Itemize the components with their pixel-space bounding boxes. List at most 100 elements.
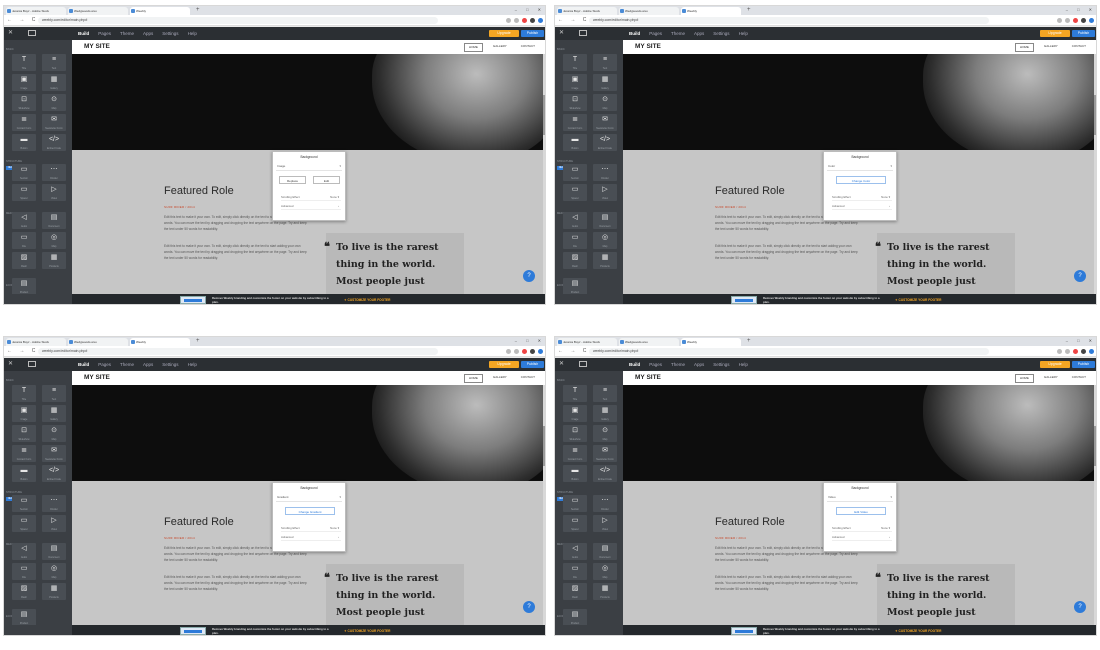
site-title[interactable]: MY SITE: [84, 371, 110, 385]
sidebar-tile[interactable]: ▷ Video: [593, 184, 617, 201]
sidebar-tile[interactable]: </> Embed Code: [42, 134, 66, 151]
sidebar-tile[interactable]: ▭ Section: [563, 164, 587, 181]
panel-action-button[interactable]: Change Gradient: [285, 507, 335, 515]
browser-tab[interactable]: Jessica Boyz - Adobe Stock: [557, 338, 617, 346]
browser-tab[interactable]: Jessica Boyz - Adobe Stock: [6, 7, 66, 15]
nav-buttons[interactable]: ← → C: [7, 347, 38, 356]
extension-icon[interactable]: [1057, 349, 1062, 354]
url-field[interactable]: weebly.com/editor/main.php#: [589, 17, 989, 24]
featured-title[interactable]: Featured Role: [715, 185, 785, 197]
featured-subtitle[interactable]: SURF RIDER / 2014: [715, 205, 746, 209]
background-type-select[interactable]: Gradient: [277, 495, 289, 499]
scrollbar-thumb[interactable]: [543, 95, 545, 135]
featured-title[interactable]: Featured Role: [164, 185, 234, 197]
panel-option-row[interactable]: Scrolling Effect None ▾: [832, 194, 892, 201]
sidebar-tile[interactable]: ▭ File: [563, 563, 587, 580]
sidebar-tile[interactable]: ▤ Document: [593, 543, 617, 560]
featured-subtitle[interactable]: SURF RIDER / 2014: [164, 536, 195, 540]
sidebar-tile[interactable]: ⊡ Slideshow: [12, 94, 36, 111]
sidebar-tile[interactable]: ▬ Button: [12, 465, 36, 482]
sidebar-tile[interactable]: ≡ Text: [593, 54, 617, 71]
help-button[interactable]: ?: [523, 601, 535, 613]
customize-footer-link[interactable]: ✦ CUSTOMIZE YOUR FOOTER: [895, 625, 941, 635]
extension-icon[interactable]: [1073, 349, 1078, 354]
sidebar-tile[interactable]: ⊡ Slideshow: [563, 425, 587, 442]
menu-build[interactable]: Build: [629, 27, 640, 40]
close-icon[interactable]: ✕: [8, 358, 13, 371]
scrollbar[interactable]: [1094, 54, 1096, 294]
profile-icon[interactable]: [1089, 349, 1094, 354]
extension-icon[interactable]: [1065, 18, 1070, 23]
menu-build[interactable]: Build: [78, 358, 89, 371]
menu-theme[interactable]: Theme: [671, 358, 685, 371]
sidebar-tile[interactable]: ▨ Flash: [563, 583, 587, 600]
chevron-down-icon[interactable]: ▾: [890, 495, 892, 499]
panel-action-button[interactable]: Edit Video: [836, 507, 886, 515]
sidebar-tile[interactable]: T Title: [12, 54, 36, 71]
nav-home[interactable]: HOME: [1014, 374, 1034, 383]
featured-subtitle[interactable]: SURF RIDER / 2014: [164, 205, 195, 209]
sidebar-tile[interactable]: ▭ Spacer: [563, 184, 587, 201]
extension-icon[interactable]: [1065, 349, 1070, 354]
publish-button[interactable]: Publish: [521, 361, 544, 368]
nav-contact[interactable]: CONTACT: [517, 374, 539, 383]
sidebar-tile[interactable]: ▷ Video: [593, 515, 617, 532]
nav-home[interactable]: HOME: [463, 374, 483, 383]
device-toggle-icon[interactable]: [28, 361, 36, 367]
browser-tab-active[interactable]: Weebly: [130, 338, 190, 346]
quote-block[interactable]: ❝ To live is the rarest thing in the wor…: [324, 564, 464, 625]
nav-buttons[interactable]: ← → C: [558, 347, 589, 356]
body-paragraph[interactable]: Edit this text to make it your own. To e…: [164, 574, 309, 592]
nav-buttons[interactable]: ← → C: [7, 16, 38, 25]
sidebar-tile[interactable]: ⋯ Divider: [593, 495, 617, 512]
site-title[interactable]: MY SITE: [635, 40, 661, 54]
sidebar-tile[interactable]: ▭ File: [12, 232, 36, 249]
close-icon[interactable]: ✕: [559, 358, 564, 371]
quote-text[interactable]: ❝ To live is the rarest thing in the wor…: [875, 570, 990, 621]
sidebar-tile[interactable]: ⊙ Map: [42, 94, 66, 111]
sidebar-tile[interactable]: ▭ Spacer: [12, 184, 36, 201]
menu-theme[interactable]: Theme: [120, 27, 134, 40]
window-controls[interactable]: – □ ✕: [515, 337, 545, 345]
sidebar-tile[interactable]: ◎ Map: [42, 563, 66, 580]
sidebar-tile[interactable]: ▤ Product: [12, 609, 36, 626]
sidebar-tile[interactable]: T Title: [12, 385, 36, 402]
background-type-select[interactable]: Image: [277, 164, 285, 168]
quote-text[interactable]: ❝ To live is the rarest thing in the wor…: [324, 239, 439, 290]
hero-image[interactable]: [72, 385, 545, 481]
url-field[interactable]: weebly.com/editor/main.php#: [589, 348, 989, 355]
sidebar-tile[interactable]: ▤ Product: [563, 278, 587, 295]
browser-tab-active[interactable]: Weebly: [130, 7, 190, 15]
sidebar-tile[interactable]: ≡ Text: [42, 385, 66, 402]
sidebar-tile[interactable]: ▷ Video: [42, 184, 66, 201]
sidebar-tile[interactable]: ▦ Gallery: [593, 74, 617, 91]
help-button[interactable]: ?: [1074, 601, 1086, 613]
menu-build[interactable]: Build: [78, 27, 89, 40]
sidebar-tile[interactable]: ≣ Contact Form: [563, 445, 587, 462]
profile-icon[interactable]: [538, 18, 543, 23]
sidebar-tile[interactable]: ▦ Products: [42, 252, 66, 269]
sidebar-tile[interactable]: ✉ Newsletter Form: [42, 114, 66, 131]
scrollbar[interactable]: [543, 54, 545, 294]
extension-icon[interactable]: [1081, 18, 1086, 23]
sidebar-tile[interactable]: ◎ Map: [593, 563, 617, 580]
panel-option-row[interactable]: Scrolling Effect None ▾: [832, 525, 892, 532]
new-tab-button[interactable]: +: [747, 7, 751, 14]
menu-theme[interactable]: Theme: [671, 27, 685, 40]
extension-icon[interactable]: [1073, 18, 1078, 23]
browser-tab-active[interactable]: Weebly: [681, 7, 741, 15]
edit-button[interactable]: Edit: [313, 176, 340, 184]
browser-tab[interactable]: Wedgwoods.wsu: [68, 338, 128, 346]
sidebar-tile[interactable]: ▭ Section: [563, 495, 587, 512]
sidebar-tile[interactable]: ≣ Contact Form: [12, 114, 36, 131]
featured-subtitle[interactable]: SURF RIDER / 2014: [715, 536, 746, 540]
sidebar-tile[interactable]: ▤ Document: [42, 212, 66, 229]
sidebar-tile[interactable]: ▤ Document: [593, 212, 617, 229]
profile-icon[interactable]: [538, 349, 543, 354]
sidebar-tile[interactable]: ▤ Document: [42, 543, 66, 560]
menu-pages[interactable]: Pages: [98, 27, 111, 40]
nav-home[interactable]: HOME: [1014, 43, 1034, 52]
publish-button[interactable]: Publish: [1072, 361, 1095, 368]
extension-icon[interactable]: [514, 349, 519, 354]
panel-option-row[interactable]: Advanced ›: [281, 534, 341, 541]
